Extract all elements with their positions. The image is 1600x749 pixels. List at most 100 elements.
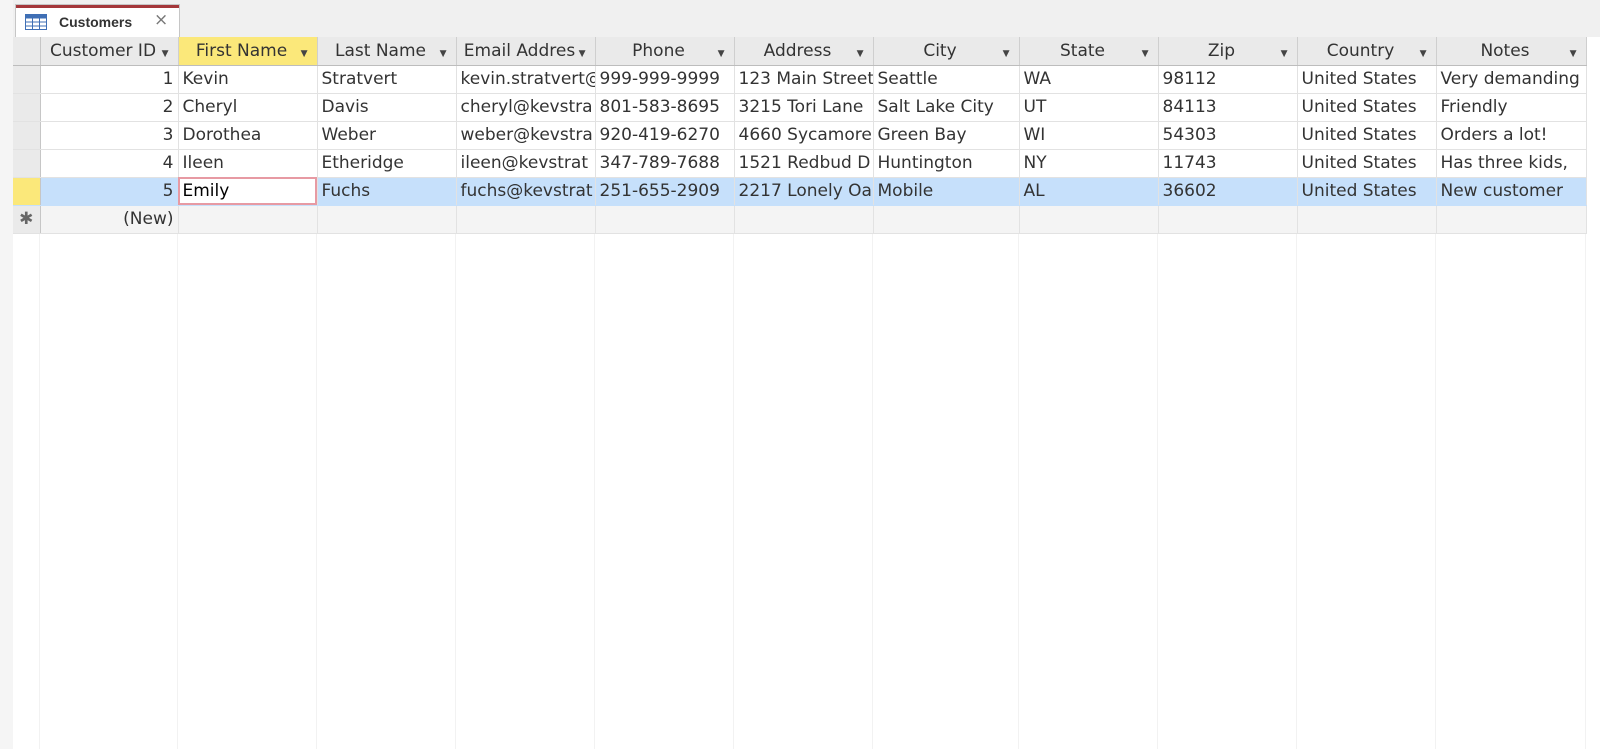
cell-email-addres[interactable]: fuchs@kevstrat [456, 177, 596, 206]
column-header-country[interactable]: Country ▼ [1297, 37, 1437, 66]
cell-country[interactable]: United States [1297, 177, 1437, 206]
cell-last-name[interactable]: Etheridge [317, 149, 457, 178]
column-header-notes[interactable]: Notes ▼ [1436, 37, 1587, 66]
filter-dropdown-icon[interactable]: ▼ [162, 49, 169, 59]
cell-address[interactable]: 3215 Tori Lane [734, 93, 874, 122]
customers-document-tab[interactable]: Customers × [15, 4, 180, 37]
cell-customer-id[interactable]: 5 [40, 177, 179, 206]
filter-dropdown-icon[interactable]: ▼ [857, 49, 864, 59]
cell-customer-id[interactable]: 3 [40, 121, 179, 150]
close-icon[interactable]: × [154, 10, 168, 30]
new-cell-city[interactable] [873, 205, 1020, 234]
column-header-zip[interactable]: Zip ▼ [1158, 37, 1298, 66]
record-selector[interactable] [13, 149, 41, 178]
navigation-pane-edge[interactable] [0, 0, 14, 749]
cell-city[interactable]: Huntington [873, 149, 1020, 178]
cell-zip[interactable]: 11743 [1158, 149, 1298, 178]
cell-first-name[interactable]: Ileen [178, 149, 318, 178]
cell-city[interactable]: Mobile [873, 177, 1020, 206]
cell-notes[interactable]: Very demanding [1436, 65, 1587, 94]
cell-phone[interactable]: 920-419-6270 [595, 121, 735, 150]
select-all-corner[interactable] [13, 37, 41, 66]
cell-email-addres[interactable]: weber@kevstra [456, 121, 596, 150]
filter-dropdown-icon[interactable]: ▼ [718, 49, 725, 59]
cell-address[interactable]: 1521 Redbud D [734, 149, 874, 178]
cell-last-name[interactable]: Weber [317, 121, 457, 150]
record-selector[interactable] [13, 93, 41, 122]
cell-email-addres[interactable]: ileen@kevstrat [456, 149, 596, 178]
filter-dropdown-icon[interactable]: ▼ [1142, 49, 1149, 59]
record-selector[interactable] [13, 65, 41, 94]
column-header-city[interactable]: City ▼ [873, 37, 1020, 66]
cell-notes[interactable]: Friendly [1436, 93, 1587, 122]
cell-city[interactable]: Seattle [873, 65, 1020, 94]
cell-address[interactable]: 123 Main Street [734, 65, 874, 94]
cell-zip[interactable]: 98112 [1158, 65, 1298, 94]
new-cell-country[interactable] [1297, 205, 1437, 234]
column-header-address[interactable]: Address ▼ [734, 37, 874, 66]
cell-phone[interactable]: 999-999-9999 [595, 65, 735, 94]
record-selector[interactable] [13, 121, 41, 150]
filter-dropdown-icon[interactable]: ▼ [440, 49, 447, 59]
table-row[interactable]: 2 Cheryl Davis cheryl@kevstra 801-583-8695 32… [13, 93, 1587, 122]
cell-country[interactable]: United States [1297, 93, 1437, 122]
new-cell-phone[interactable] [595, 205, 735, 234]
cell-phone[interactable]: 347-789-7688 [595, 149, 735, 178]
new-cell-state[interactable] [1019, 205, 1159, 234]
cell-state[interactable]: WI [1019, 121, 1159, 150]
table-row[interactable]: 3 Dorothea Weber weber@kevstra 920-419-6270 4… [13, 121, 1587, 150]
cell-customer-id[interactable]: 4 [40, 149, 179, 178]
cell-city[interactable]: Green Bay [873, 121, 1020, 150]
cell-first-name[interactable]: Dorothea [178, 121, 318, 150]
column-header-phone[interactable]: Phone ▼ [595, 37, 735, 66]
column-header-first-name[interactable]: First Name ▼ [178, 37, 318, 66]
cell-last-name[interactable]: Davis [317, 93, 457, 122]
column-header-last-name[interactable]: Last Name ▼ [317, 37, 457, 66]
cell-customer-id[interactable]: 2 [40, 93, 179, 122]
cell-address[interactable]: 4660 Sycamore [734, 121, 874, 150]
cell-address[interactable]: 2217 Lonely Oa [734, 177, 874, 206]
cell-email-addres[interactable]: cheryl@kevstra [456, 93, 596, 122]
new-cell-address[interactable] [734, 205, 874, 234]
filter-dropdown-icon[interactable]: ▼ [1570, 49, 1577, 59]
cell-first-name[interactable]: Cheryl [178, 93, 318, 122]
new-cell-first-name[interactable] [178, 205, 318, 234]
new-cell-last-name[interactable] [317, 205, 457, 234]
cell-phone[interactable]: 251-655-2909 [595, 177, 735, 206]
cell-zip[interactable]: 36602 [1158, 177, 1298, 206]
cell-city[interactable]: Salt Lake City [873, 93, 1020, 122]
filter-dropdown-icon[interactable]: ▼ [579, 49, 586, 59]
new-cell-customer-id[interactable]: (New) [40, 205, 179, 234]
cell-state[interactable]: AL [1019, 177, 1159, 206]
cell-last-name[interactable]: Fuchs [317, 177, 457, 206]
cell-phone[interactable]: 801-583-8695 [595, 93, 735, 122]
cell-notes[interactable]: Orders a lot! [1436, 121, 1587, 150]
cell-state[interactable]: WA [1019, 65, 1159, 94]
new-cell-zip[interactable] [1158, 205, 1298, 234]
cell-notes[interactable]: Has three kids, [1436, 149, 1587, 178]
cell-country[interactable]: United States [1297, 65, 1437, 94]
new-cell-notes[interactable] [1436, 205, 1587, 234]
cell-country[interactable]: United States [1297, 121, 1437, 150]
cell-zip[interactable]: 54303 [1158, 121, 1298, 150]
cell-notes[interactable]: New customer [1436, 177, 1587, 206]
column-header-email-addres[interactable]: Email Addres ▼ [456, 37, 596, 66]
table-row[interactable]: 5 Emily Fuchs fuchs@kevstrat 251-655-2909 221… [13, 177, 1587, 206]
column-header-customer-id[interactable]: Customer ID ▼ [40, 37, 179, 66]
cell-first-name[interactable]: Emily [178, 177, 318, 206]
filter-dropdown-icon[interactable]: ▼ [301, 49, 308, 59]
filter-dropdown-icon[interactable]: ▼ [1281, 49, 1288, 59]
cell-email-addres[interactable]: kevin.stratvert@ [456, 65, 596, 94]
filter-dropdown-icon[interactable]: ▼ [1420, 49, 1427, 59]
cell-customer-id[interactable]: 1 [40, 65, 179, 94]
filter-dropdown-icon[interactable]: ▼ [1003, 49, 1010, 59]
cell-country[interactable]: United States [1297, 149, 1437, 178]
column-header-state[interactable]: State ▼ [1019, 37, 1159, 66]
new-record-selector[interactable]: ✱ [13, 205, 41, 234]
table-row[interactable]: 1 Kevin Stratvert kevin.stratvert@ 999-999-9… [13, 65, 1587, 94]
cell-state[interactable]: UT [1019, 93, 1159, 122]
cell-zip[interactable]: 84113 [1158, 93, 1298, 122]
record-selector[interactable] [13, 177, 41, 206]
table-row[interactable]: 4 Ileen Etheridge ileen@kevstrat 347-789-768… [13, 149, 1587, 178]
new-cell-email-addres[interactable] [456, 205, 596, 234]
